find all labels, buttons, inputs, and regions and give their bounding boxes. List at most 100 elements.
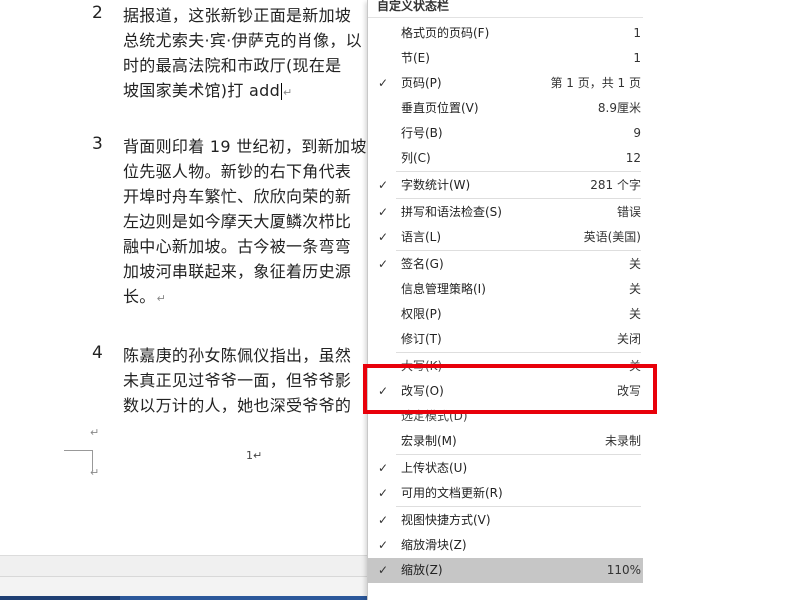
menu-item-value: 错误 (616, 205, 641, 219)
menu-item-label: 垂直页位置(V) (401, 101, 479, 115)
menu-separator (396, 198, 641, 199)
check-icon: ✓ (378, 257, 389, 271)
menu-item-label: 信息管理策略(I) (401, 282, 486, 296)
menu-item-label: 缩放(Z) (401, 563, 443, 577)
text-line[interactable]: 时的最高法院和市政厅(现在是 (123, 53, 362, 78)
menu-item-label: 修订(T) (401, 332, 442, 346)
check-icon: ✓ (378, 563, 389, 577)
menu-item-zoom-slider[interactable]: ✓ 缩放滑块(Z) (368, 533, 643, 558)
text-line[interactable]: 数以万计的人，她也深受爷爷的 (123, 393, 351, 418)
menu-item-section[interactable]: 节(E) 1 (368, 46, 643, 71)
menu-item-word-count[interactable]: ✓ 字数统计(W) 281 个字 (368, 173, 643, 198)
text-line[interactable]: 加坡河串联起来，象征着历史源 (123, 259, 367, 284)
check-icon: ✓ (378, 538, 389, 552)
text-line[interactable]: 开埠时舟车繁忙、欣欣向荣的新 (123, 184, 367, 209)
paragraph-mark-icon: ↵ (90, 426, 100, 439)
paragraph-mark-icon: ↵ (156, 292, 167, 305)
menu-item-value: 改写 (616, 384, 641, 398)
paragraph-mark-icon: ↵ (90, 466, 100, 479)
menu-item-information-policy[interactable]: 信息管理策略(I) 关 (368, 277, 643, 302)
menu-item-label: 权限(P) (401, 307, 442, 321)
text-line[interactable]: 左边则是如今摩天大厦鳞次栉比 (123, 209, 367, 234)
menu-item-value: 110% (606, 563, 641, 577)
menu-item-upload-status[interactable]: ✓ 上传状态(U) (368, 456, 643, 481)
text-line[interactable]: 据报道，这张新钞正面是新加坡 (123, 3, 362, 28)
list-number: 3 (92, 134, 103, 154)
menu-separator (396, 250, 641, 251)
menu-item-value: 关闭 (616, 332, 641, 346)
menu-separator (396, 454, 641, 455)
menu-item-label: 选定模式(D) (401, 409, 468, 423)
check-icon: ✓ (378, 230, 389, 244)
menu-item-value: 关 (628, 307, 641, 321)
menu-item-label: 改写(O) (401, 384, 444, 398)
text-line[interactable]: 总统尤索夫·宾·伊萨克的肖像，以 (123, 28, 362, 53)
menu-item-selection-mode[interactable]: 选定模式(D) (368, 404, 643, 429)
customize-status-bar-menu[interactable]: 自定义状态栏 格式页的页码(F) 1 节(E) 1 ✓ 页码(P) 第 1 页，共 1 … (367, 0, 800, 600)
menu-item-caps-lock[interactable]: 大写(K) 关 (368, 354, 643, 379)
check-icon: ✓ (378, 513, 389, 527)
menu-item-vertical-page-position[interactable]: 垂直页位置(V) 8.9厘米 (368, 96, 643, 121)
menu-title: 自定义状态栏 (377, 0, 450, 13)
menu-item-value: 1 (633, 51, 641, 65)
menu-item-value: 关 (628, 359, 641, 373)
text-line[interactable]: 位先驱人物。新钞的右下角代表 (123, 159, 367, 184)
menu-item-track-changes[interactable]: 修订(T) 关闭 (368, 327, 643, 352)
menu-item-page-number[interactable]: ✓ 页码(P) 第 1 页，共 1 页 (368, 71, 643, 96)
paragraph-mark-icon: ↵ (283, 86, 293, 99)
check-icon: ✓ (378, 178, 389, 192)
menu-item-label: 签名(G) (401, 257, 444, 271)
menu-item-value: 9 (633, 126, 641, 140)
text-line[interactable]: 未真正见过爷爷一面，但爷爷影 (123, 368, 351, 393)
menu-item-value: 关 (628, 257, 641, 271)
menu-item-value: 8.9厘米 (597, 101, 641, 115)
menu-item-value: 关 (628, 282, 641, 296)
text-line-end[interactable]: 长。↵ (123, 284, 367, 309)
menu-item-language[interactable]: ✓ 语言(L) 英语(美国) (368, 225, 643, 250)
text-line[interactable]: 背面则印着 19 世纪初，到新加坡 (123, 134, 367, 159)
text-line[interactable]: 陈嘉庚的孙女陈佩仪指出，虽然 (123, 343, 351, 368)
menu-item-label: 大写(K) (401, 359, 443, 373)
menu-item-value: 未录制 (604, 434, 641, 448)
text-line[interactable]: 长。 (123, 287, 156, 306)
text-line[interactable]: 融中心新加坡。古今被一条弯弯 (123, 234, 367, 259)
menu-item-document-updates[interactable]: ✓ 可用的文档更新(R) (368, 481, 643, 506)
menu-item-label: 字数统计(W) (401, 178, 471, 192)
menu-item-label: 视图快捷方式(V) (401, 513, 491, 527)
menu-item-line-number[interactable]: 行号(B) 9 (368, 121, 643, 146)
menu-item-zoom[interactable]: ✓ 缩放(Z) 110% (368, 558, 643, 583)
menu-item-label: 缩放滑块(Z) (401, 538, 467, 552)
taskbar-segment (0, 596, 120, 600)
menu-item-value: 12 (625, 151, 641, 165)
menu-title-divider (368, 17, 643, 18)
text-caret (281, 83, 283, 100)
check-icon: ✓ (378, 461, 389, 475)
check-icon: ✓ (378, 205, 389, 219)
menu-item-label: 语言(L) (401, 230, 442, 244)
menu-item-value: 281 个字 (590, 178, 641, 192)
menu-item-spelling-grammar[interactable]: ✓ 拼写和语法检查(S) 错误 (368, 200, 643, 225)
menu-item-formatted-page-number[interactable]: 格式页的页码(F) 1 (368, 21, 643, 46)
check-icon: ✓ (378, 486, 389, 500)
menu-item-column[interactable]: 列(C) 12 (368, 146, 643, 171)
taskbar-segment (120, 596, 370, 600)
menu-item-label: 页码(P) (401, 76, 442, 90)
menu-item-label: 行号(B) (401, 126, 443, 140)
menu-item-label: 可用的文档更新(R) (401, 486, 503, 500)
text-line-with-caret[interactable]: 坡国家美术馆)打 add ↵ (123, 78, 362, 103)
menu-item-view-shortcuts[interactable]: ✓ 视图快捷方式(V) (368, 508, 643, 533)
menu-item-label: 列(C) (401, 151, 431, 165)
menu-item-permissions[interactable]: 权限(P) 关 (368, 302, 643, 327)
menu-separator (396, 171, 641, 172)
menu-item-overtype[interactable]: ✓ 改写(O) 改写 (368, 379, 643, 404)
check-icon: ✓ (378, 384, 389, 398)
text-line[interactable]: 坡国家美术馆)打 add (123, 81, 280, 100)
page-corner-marker (64, 450, 93, 471)
check-icon: ✓ (378, 76, 389, 90)
footer-page-number: 1↵ (246, 449, 263, 462)
menu-separator (396, 506, 641, 507)
menu-item-signatures[interactable]: ✓ 签名(G) 关 (368, 252, 643, 277)
menu-item-label: 拼写和语法检查(S) (401, 205, 502, 219)
menu-item-label: 节(E) (401, 51, 430, 65)
menu-item-macro-recording[interactable]: 宏录制(M) 未录制 (368, 429, 643, 454)
